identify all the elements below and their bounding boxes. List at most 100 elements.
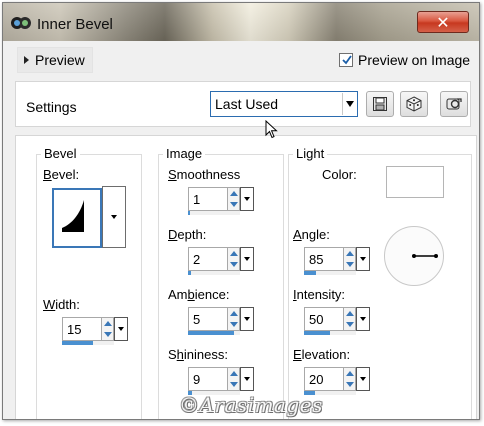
parameters-panel: Bevel Bevel: Width: 15 Image Smoothness … <box>15 135 477 419</box>
smoothness-stepper[interactable] <box>228 187 240 211</box>
decrement-icon <box>346 322 354 327</box>
depth-label: Depth: <box>168 227 207 242</box>
inner-bevel-dialog: Inner Bevel ✕ Preview Preview on Image S… <box>2 2 480 420</box>
save-preset-icon <box>373 97 387 111</box>
increment-icon <box>346 251 354 256</box>
angle-dial[interactable] <box>384 226 444 286</box>
depth-input[interactable]: 2 <box>188 247 228 271</box>
shininess-input[interactable]: 9 <box>188 367 228 391</box>
chevron-down-icon <box>244 197 250 201</box>
decrement-icon <box>230 262 238 267</box>
preview-on-image-checkbox[interactable] <box>339 53 353 67</box>
light-color-swatch[interactable] <box>386 166 444 198</box>
depth-dropdown[interactable] <box>240 247 254 271</box>
preset-select-value: Last Used <box>215 96 279 112</box>
intensity-label: Intensity: <box>293 287 346 302</box>
preview-toggle-label: Preview <box>35 52 85 68</box>
angle-input[interactable]: 85 <box>304 247 344 271</box>
width-dropdown[interactable] <box>114 317 128 341</box>
title-bar[interactable]: Inner Bevel ✕ <box>3 3 479 41</box>
angle-slider-fill <box>304 271 317 275</box>
elevation-spinner[interactable]: 20 <box>304 367 370 395</box>
decrement-icon <box>230 382 238 387</box>
chevron-down-icon <box>244 257 250 261</box>
angle-slider[interactable] <box>304 271 356 275</box>
randomize-button[interactable] <box>400 91 428 117</box>
shininess-dropdown[interactable] <box>240 367 254 391</box>
chevron-down-icon <box>360 257 366 261</box>
preset-select[interactable]: Last Used <box>210 91 358 117</box>
increment-icon <box>230 191 238 196</box>
chevron-down-icon <box>111 215 117 219</box>
ambience-slider[interactable] <box>188 331 240 335</box>
angle-dropdown[interactable] <box>356 247 370 271</box>
shininess-stepper[interactable] <box>228 367 240 391</box>
elevation-input[interactable]: 20 <box>304 367 344 391</box>
bevel-shape-preview[interactable] <box>52 188 102 248</box>
depth-stepper[interactable] <box>228 247 240 271</box>
smoothness-input[interactable]: 1 <box>188 187 228 211</box>
bevel-profile-icon <box>62 200 84 232</box>
chevron-down-icon <box>360 317 366 321</box>
ambience-spinner[interactable]: 5 <box>188 307 254 335</box>
width-input[interactable]: 15 <box>62 317 102 341</box>
intensity-dropdown[interactable] <box>356 307 370 331</box>
ambience-dropdown[interactable] <box>240 307 254 331</box>
decrement-icon <box>346 382 354 387</box>
bevel-shape-dropdown[interactable] <box>102 186 126 248</box>
width-label: Width: <box>43 297 80 312</box>
shininess-label: Shininess: <box>168 347 228 362</box>
ambience-stepper[interactable] <box>228 307 240 331</box>
preview-toggle[interactable]: Preview <box>17 47 93 73</box>
close-button[interactable]: ✕ <box>417 11 469 33</box>
depth-slider[interactable] <box>188 271 240 275</box>
smoothness-dropdown[interactable] <box>240 187 254 211</box>
ambience-slider-fill <box>188 331 234 335</box>
intensity-slider[interactable] <box>304 331 356 335</box>
smoothness-label: Smoothness <box>168 167 241 182</box>
decrement-icon <box>230 202 238 207</box>
chevron-down-icon <box>118 327 124 331</box>
smoothness-spinner[interactable]: 1 <box>188 187 254 215</box>
ambience-label: Ambience: <box>168 287 230 302</box>
checkmark-icon <box>342 55 352 65</box>
smoothness-slider[interactable] <box>188 211 240 215</box>
increment-icon <box>230 311 238 316</box>
decrement-icon <box>346 262 354 267</box>
width-slider-fill <box>62 341 94 345</box>
reset-button[interactable] <box>440 91 468 117</box>
angle-dial-indicator <box>412 254 438 258</box>
preview-on-image-label: Preview on Image <box>358 52 471 68</box>
intensity-spinner[interactable]: 50 <box>304 307 370 335</box>
increment-icon <box>230 371 238 376</box>
intensity-stepper[interactable] <box>344 307 356 331</box>
chevron-down-icon <box>360 377 366 381</box>
image-group-title: Image <box>163 146 206 161</box>
width-slider[interactable] <box>62 341 114 345</box>
width-spinner[interactable]: 15 <box>62 317 128 345</box>
watermark: ©Arasimages <box>179 393 323 417</box>
ambience-input[interactable]: 5 <box>188 307 228 331</box>
shininess-spinner[interactable]: 9 <box>188 367 254 395</box>
elevation-stepper[interactable] <box>344 367 356 391</box>
preset-dropdown-arrow[interactable] <box>342 93 356 115</box>
intensity-input[interactable]: 50 <box>304 307 344 331</box>
width-stepper[interactable] <box>102 317 114 341</box>
mouse-cursor-icon <box>265 119 279 143</box>
settings-label: Settings <box>26 99 77 115</box>
angle-label: Angle: <box>293 227 330 242</box>
bevel-label: Bevel: <box>43 167 80 182</box>
window-title: Inner Bevel <box>37 16 113 33</box>
chevron-down-icon <box>244 377 250 381</box>
intensity-slider-fill <box>304 331 330 335</box>
angle-spinner[interactable]: 85 <box>304 247 370 275</box>
angle-stepper[interactable] <box>344 247 356 271</box>
save-preset-button[interactable] <box>366 91 394 117</box>
chevron-down-icon <box>345 101 354 107</box>
preview-on-image-option[interactable]: Preview on Image <box>339 52 470 68</box>
settings-panel: Settings Last Used <box>15 81 471 127</box>
bevel-group-title: Bevel <box>41 146 80 161</box>
depth-spinner[interactable]: 2 <box>188 247 254 275</box>
elevation-dropdown[interactable] <box>356 367 370 391</box>
increment-icon <box>346 371 354 376</box>
